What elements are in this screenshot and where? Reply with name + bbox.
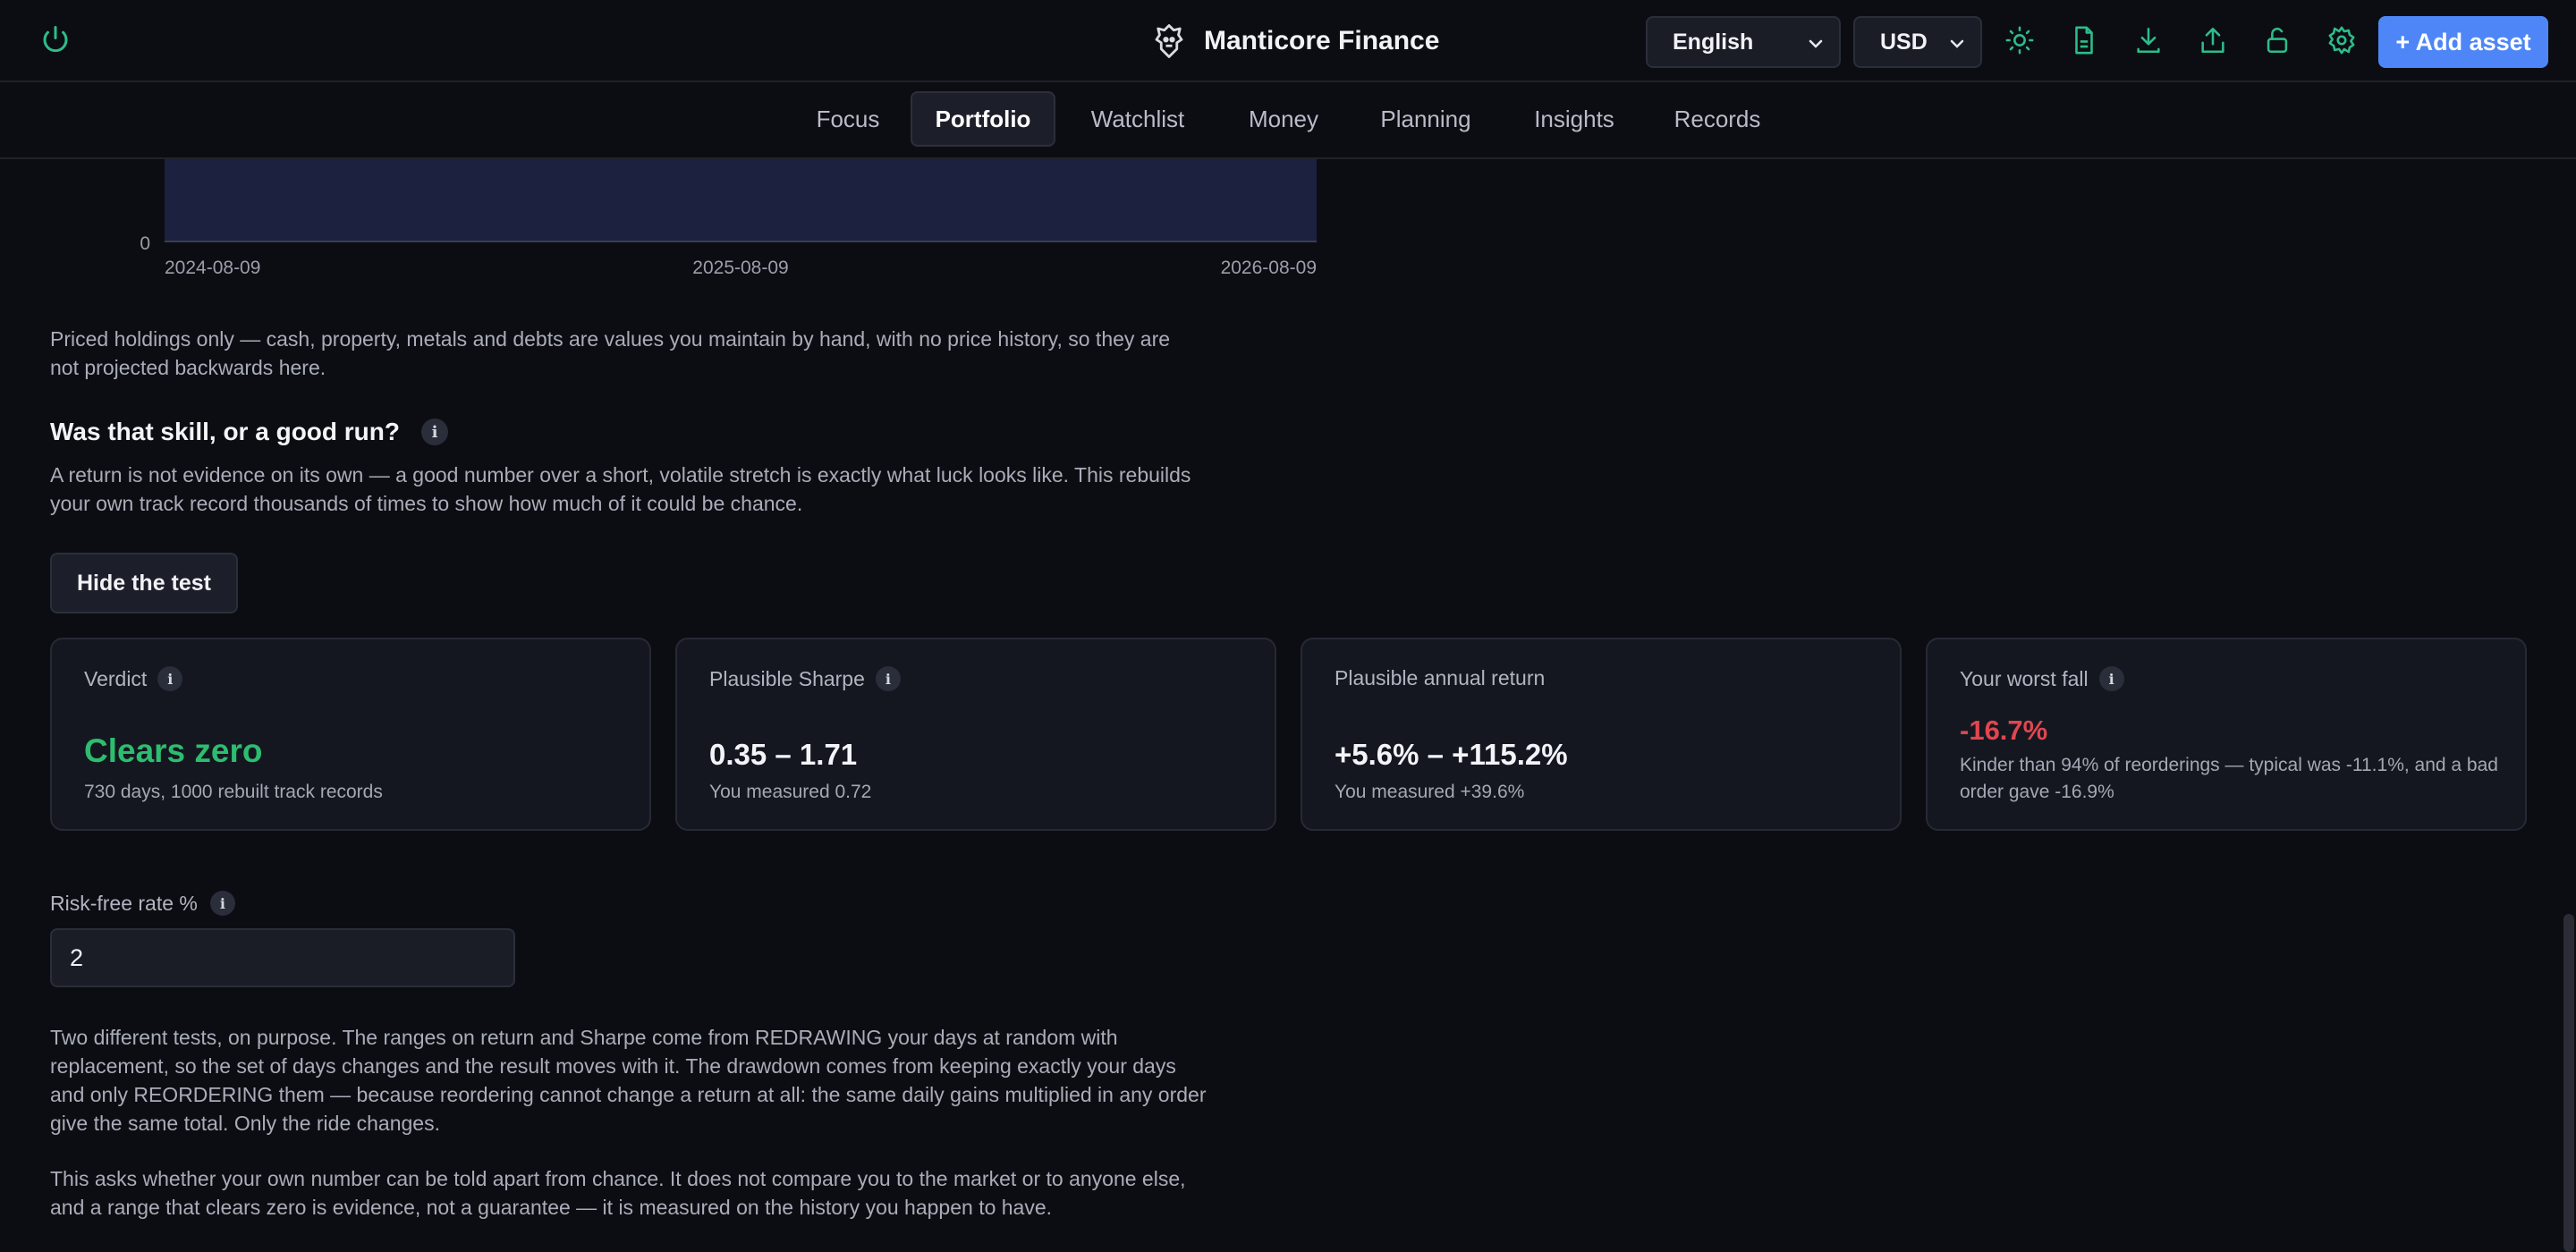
tab-records[interactable]: Records [1662,91,1773,147]
verdict-value: Clears zero [84,732,263,769]
verdict-card: Verdict i Clears zero 730 days, 1000 reb… [50,638,651,831]
info-icon[interactable]: i [209,891,235,916]
card-label: Plausible annual return [1335,666,1545,690]
language-select[interactable]: English [1646,16,1841,68]
chevron-down-icon [1805,33,1826,55]
currency-select[interactable]: USD [1853,16,1982,68]
annual-return-value: +5.6% – +115.2% [1335,738,1568,771]
annual-return-card: Plausible annual return +5.6% – +115.2% … [1301,638,1902,831]
skill-heading-text: Was that skill, or a good run? [50,418,400,445]
two-tests-note: Two different tests, on purpose. The ran… [50,1026,1207,1135]
chevron-down-icon [1946,33,1968,55]
card-label: Plausible Sharpe i [709,666,901,691]
value-history-chart: 0 2024-08-09 2025-08-09 2026-08-09 [140,159,1317,278]
sharpe-value: 0.35 – 1.71 [709,738,858,771]
annual-return-sub: You measured +39.6% [1335,782,1525,802]
document-icon[interactable] [2069,25,2099,55]
brand: Manticore Finance [1150,20,1439,63]
unlock-icon[interactable] [2262,25,2292,55]
currency-value: USD [1880,29,1928,55]
worst-fall-sub: Kinder than 94% of reorderings — typical… [1960,755,2498,802]
sun-icon[interactable] [2004,25,2035,55]
app-name: Manticore Finance [1204,26,1440,55]
top-bar: Manticore Finance English USD + Add asse… [0,0,2576,82]
risk-free-label: Risk-free rate % [50,891,198,915]
card-label: Your worst fall i [1960,666,2124,691]
hide-test-button[interactable]: Hide the test [50,553,238,613]
x-tick-1: 2025-08-09 [692,258,788,278]
tab-planning[interactable]: Planning [1367,91,1485,147]
main-nav: Focus Portfolio Watchlist Money Planning… [0,82,2576,159]
x-tick-2: 2026-08-09 [1221,258,1317,278]
risk-free-input[interactable] [50,928,515,987]
tab-insights[interactable]: Insights [1522,91,1626,147]
sharpe-card: Plausible Sharpe i 0.35 – 1.71 You measu… [675,638,1276,831]
sharpe-sub: You measured 0.72 [709,782,872,802]
tab-portfolio[interactable]: Portfolio [911,91,1055,147]
y-tick-0: 0 [140,233,150,254]
language-value: English [1673,29,1754,55]
manticore-logo-icon [1150,22,1188,60]
chart-area-fill [165,159,1317,241]
sharpe-label: Plausible Sharpe [709,666,865,690]
tab-watchlist[interactable]: Watchlist [1075,91,1200,147]
gear-icon[interactable] [2326,25,2357,55]
skill-section-heading: Was that skill, or a good run? i [50,413,448,451]
verdict-sub: 730 days, 1000 rebuilt track records [84,782,383,802]
add-asset-button[interactable]: + Add asset [2378,16,2548,68]
scrollbar-thumb[interactable] [2563,914,2574,1252]
card-label: Verdict i [84,666,183,691]
info-icon[interactable]: i [875,666,901,691]
skill-description: A return is not evidence on its own — a … [50,463,1191,515]
x-tick-0: 2024-08-09 [165,258,260,278]
power-icon[interactable] [39,23,72,55]
info-icon[interactable]: i [421,419,448,445]
risk-free-label-row: Risk-free rate % i [50,891,235,916]
info-icon[interactable]: i [157,666,183,691]
annual-return-label: Plausible annual return [1335,666,1546,689]
info-icon[interactable]: i [2098,666,2124,691]
worst-fall-label: Your worst fall [1960,666,2089,690]
upload-icon[interactable] [2198,25,2228,55]
download-icon[interactable] [2133,25,2164,55]
tab-focus[interactable]: Focus [798,91,898,147]
chance-note: This asks whether your own number can be… [50,1167,1186,1219]
priced-holdings-note: Priced holdings only — cash, property, m… [50,327,1171,379]
worst-fall-value: -16.7% [1960,715,2048,746]
worst-fall-card: Your worst fall i -16.7% Kinder than 94%… [1926,638,2527,831]
tab-money[interactable]: Money [1234,91,1333,147]
verdict-label: Verdict [84,666,148,690]
